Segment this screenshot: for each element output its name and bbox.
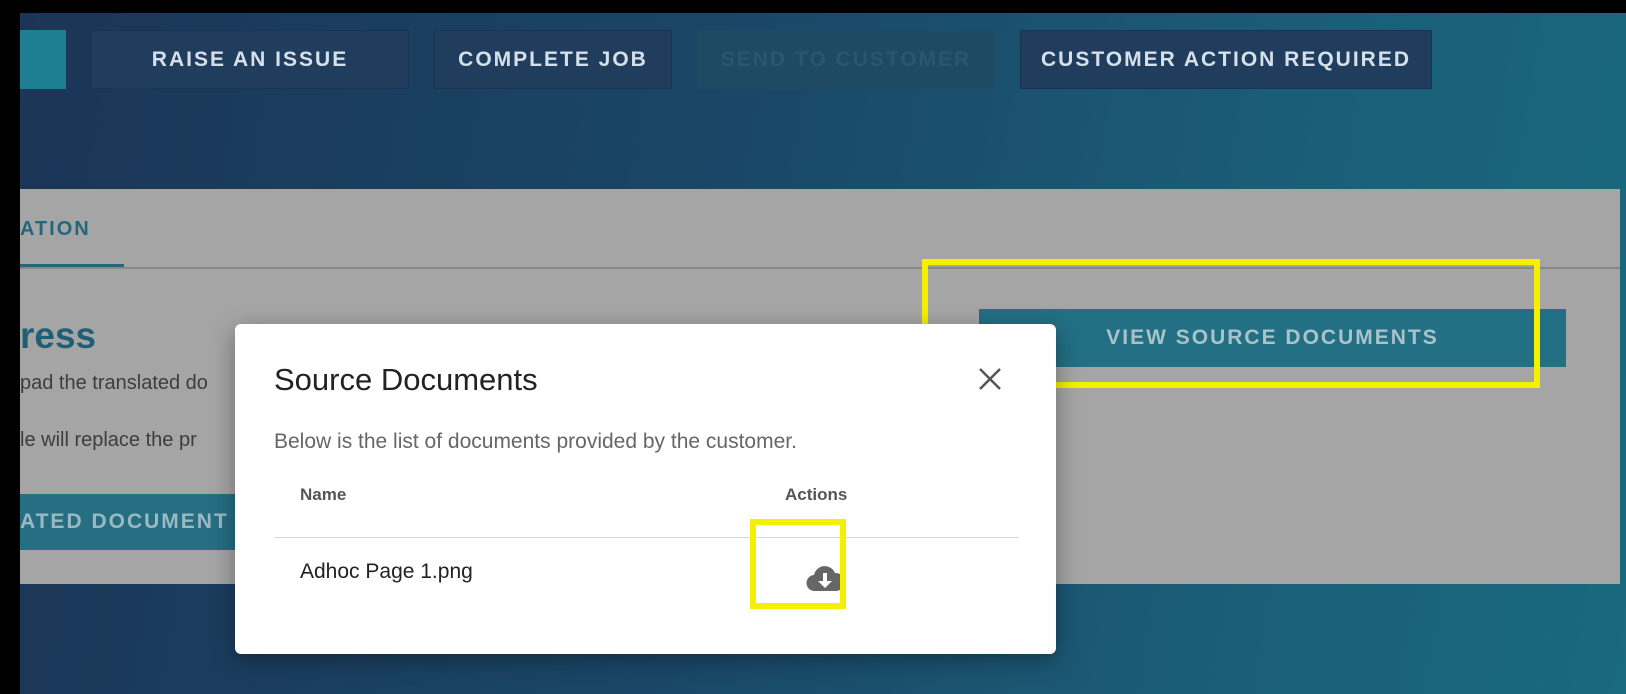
- section-heading: ress: [20, 315, 97, 356]
- source-documents-dialog: Source Documents Below is the list of do…: [235, 324, 1056, 654]
- instruction-line-2: le will replace the pr: [20, 429, 197, 451]
- complete-job-button[interactable]: COMPLETE JOB: [434, 30, 672, 89]
- close-icon[interactable]: [975, 364, 1005, 394]
- column-header-name: Name: [300, 485, 347, 504]
- customer-action-required-button[interactable]: CUSTOMER ACTION REQUIRED: [1020, 30, 1432, 89]
- tab-translation[interactable]: ATION: [20, 218, 91, 241]
- document-name: Adhoc Page 1.png: [300, 560, 473, 583]
- send-to-customer-button[interactable]: SEND TO CUSTOMER: [697, 30, 995, 89]
- dialog-description: Below is the list of documents provided …: [274, 430, 797, 453]
- partial-toolbar-button[interactable]: [20, 30, 66, 89]
- app-background: RAISE AN ISSUE COMPLETE JOB SEND TO CUST…: [20, 13, 1626, 694]
- table-header-divider: [274, 537, 1019, 538]
- upload-translated-document-button[interactable]: ATED DOCUMENT: [20, 494, 252, 550]
- highlight-download: [750, 519, 846, 609]
- instruction-line-1: pad the translated do: [20, 372, 208, 394]
- raise-issue-button[interactable]: RAISE AN ISSUE: [91, 30, 409, 89]
- column-header-actions: Actions: [785, 485, 848, 504]
- dialog-title: Source Documents: [274, 362, 538, 397]
